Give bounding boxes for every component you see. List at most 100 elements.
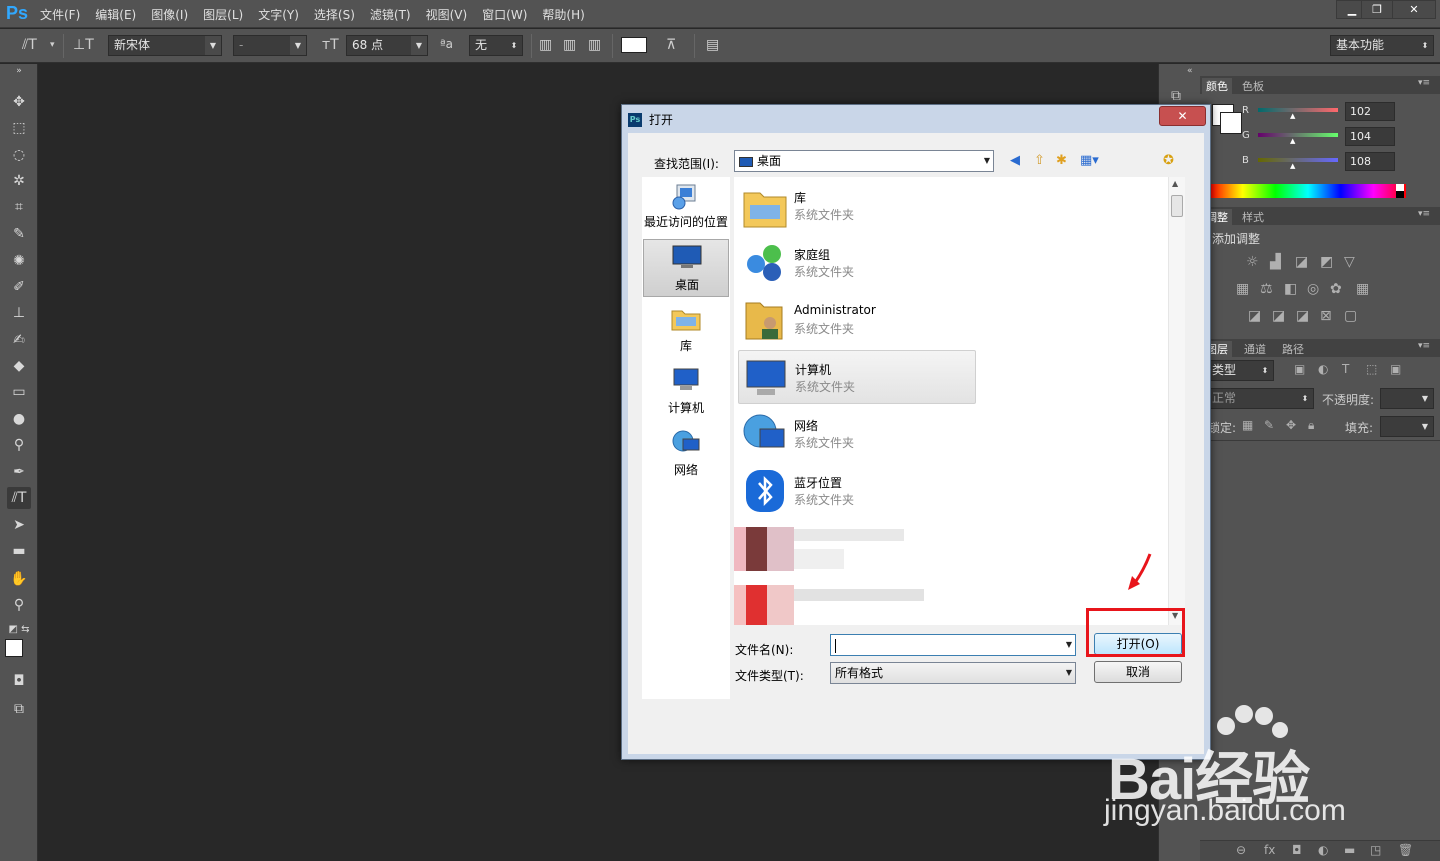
- antialias-select[interactable]: 无 ⬍: [469, 35, 523, 56]
- cancel-button[interactable]: 取消: [1094, 661, 1182, 683]
- list-item[interactable]: Administrator 系统文件夹: [738, 293, 976, 347]
- type-tool-icon[interactable]: ⫽T: [7, 487, 31, 509]
- brightness-icon[interactable]: ☼: [1246, 254, 1259, 270]
- place-computer[interactable]: 计算机: [643, 363, 729, 421]
- panel-menu-icon[interactable]: ▾≡: [1418, 78, 1430, 88]
- menu-file[interactable]: 文件(F): [40, 6, 80, 23]
- photo-filter-icon[interactable]: ◎: [1307, 281, 1319, 297]
- pen-tool-icon[interactable]: ✒: [7, 461, 31, 483]
- color-ramp-bw[interactable]: [1396, 184, 1404, 198]
- align-right-icon[interactable]: ▥: [588, 37, 601, 53]
- workspace-select[interactable]: 基本功能 ⬍: [1330, 35, 1434, 56]
- restore-button[interactable]: ❐: [1361, 0, 1393, 19]
- slider-r-value[interactable]: 102: [1345, 102, 1395, 121]
- history-brush-tool-icon[interactable]: ✍: [7, 329, 31, 351]
- black-white-icon[interactable]: ◧: [1284, 281, 1297, 297]
- magic-wand-tool-icon[interactable]: ✲: [7, 170, 31, 192]
- dialog-close-button[interactable]: ✕: [1159, 106, 1206, 126]
- place-recent[interactable]: 最近访问的位置: [643, 179, 729, 237]
- place-libraries[interactable]: 库: [643, 301, 729, 359]
- menu-filter[interactable]: 滤镜(T): [370, 6, 411, 23]
- tab-channels[interactable]: 通道: [1244, 341, 1266, 357]
- slider-r-track[interactable]: [1258, 108, 1338, 112]
- rectangle-tool-icon[interactable]: ▬: [7, 540, 31, 562]
- add-mask-icon[interactable]: ◘: [1292, 843, 1302, 857]
- list-item[interactable]: 计算机 系统文件夹: [738, 350, 976, 404]
- threshold-icon[interactable]: ◪: [1296, 308, 1309, 324]
- new-layer-icon[interactable]: ◳: [1370, 843, 1381, 857]
- posterize-icon[interactable]: ◪: [1272, 308, 1285, 324]
- delete-layer-icon[interactable]: 🗑︎: [1398, 843, 1413, 857]
- move-tool-icon[interactable]: ✥: [7, 91, 31, 113]
- menu-edit[interactable]: 编辑(E): [95, 6, 136, 23]
- channel-mixer-icon[interactable]: ✿: [1330, 281, 1342, 297]
- quick-mask-icon[interactable]: ◘: [7, 670, 31, 692]
- font-size-select[interactable]: 68 点 ▼: [346, 35, 428, 56]
- place-network[interactable]: 网络: [643, 425, 729, 483]
- lasso-tool-icon[interactable]: ◌: [7, 144, 31, 166]
- filter-type-icon[interactable]: T: [1342, 362, 1349, 376]
- list-item[interactable]: 家庭组 系统文件夹: [738, 236, 976, 290]
- filename-input[interactable]: ▼: [830, 634, 1076, 656]
- font-family-select[interactable]: 新宋体 ▼: [108, 35, 222, 56]
- list-item[interactable]: 蓝牙位置 系统文件夹: [738, 464, 976, 518]
- scroll-up-icon[interactable]: ▲: [1172, 179, 1178, 188]
- fx-icon[interactable]: fx: [1264, 843, 1275, 857]
- path-selection-tool-icon[interactable]: ➤: [7, 514, 31, 536]
- foreground-color-swatch[interactable]: [5, 639, 23, 657]
- tab-paths[interactable]: 路径: [1282, 341, 1304, 357]
- background-color-swatch[interactable]: [1220, 112, 1242, 134]
- text-orientation-icon[interactable]: ⊥T: [73, 37, 94, 53]
- menu-layer[interactable]: 图层(L): [203, 6, 243, 23]
- text-color-swatch[interactable]: [621, 37, 647, 53]
- blur-tool-icon[interactable]: ●: [7, 408, 31, 430]
- new-group-icon[interactable]: ▬: [1344, 843, 1355, 857]
- default-colors-icon[interactable]: ◩ ⇆: [7, 619, 31, 641]
- clone-stamp-tool-icon[interactable]: ⊥: [7, 302, 31, 324]
- curves-icon[interactable]: ◪: [1295, 254, 1308, 270]
- file-list-scrollbar[interactable]: ▲ ▼: [1168, 177, 1185, 625]
- tab-color[interactable]: 颜色: [1202, 78, 1232, 94]
- type-tool-preset-icon[interactable]: ⫽T: [22, 37, 37, 53]
- filetype-select[interactable]: 所有格式 ▼: [830, 662, 1076, 684]
- slider-r[interactable]: R ▲ 102: [1240, 102, 1400, 122]
- blend-mode-select[interactable]: 正常 ⬍: [1206, 388, 1314, 409]
- filter-pixel-icon[interactable]: ▣: [1294, 362, 1305, 376]
- filter-adjustment-icon[interactable]: ◐: [1318, 362, 1328, 376]
- vibrance-icon[interactable]: ▽: [1344, 254, 1355, 270]
- menu-view[interactable]: 视图(V): [426, 6, 468, 23]
- lock-image-icon[interactable]: ✎: [1264, 418, 1274, 432]
- hue-saturation-icon[interactable]: ▦: [1236, 281, 1249, 297]
- list-item[interactable]: 库 系统文件夹: [738, 179, 976, 233]
- window-close-button[interactable]: ✕: [1392, 0, 1436, 19]
- align-center-icon[interactable]: ▥: [563, 37, 576, 53]
- lookin-select[interactable]: 桌面 ▼: [734, 150, 994, 172]
- slider-thumb-icon[interactable]: ▲: [1290, 162, 1295, 170]
- history-panel-icon[interactable]: ⧉: [1171, 88, 1181, 104]
- link-layers-icon[interactable]: ⊖: [1236, 843, 1246, 857]
- filter-shape-icon[interactable]: ⬚: [1366, 362, 1377, 376]
- favorite-folder-icon[interactable]: ✪: [1163, 153, 1174, 168]
- slider-g[interactable]: G ▲ 104: [1240, 127, 1400, 147]
- lock-all-icon[interactable]: 🔒︎: [1308, 418, 1314, 433]
- fill-input[interactable]: ▼: [1380, 416, 1434, 437]
- menu-window[interactable]: 窗口(W): [482, 6, 527, 23]
- blurred-thumbnail[interactable]: [734, 527, 794, 571]
- crop-tool-icon[interactable]: ⌗: [7, 196, 31, 218]
- blurred-thumbnail[interactable]: [734, 585, 794, 625]
- chevron-down-icon[interactable]: ▾: [50, 40, 55, 50]
- up-folder-icon[interactable]: ⇧: [1034, 153, 1045, 168]
- panel-menu-icon[interactable]: ▾≡: [1418, 209, 1430, 219]
- brush-tool-icon[interactable]: ✐: [7, 276, 31, 298]
- opacity-input[interactable]: ▼: [1380, 388, 1434, 409]
- panel-menu-icon[interactable]: ▾≡: [1418, 341, 1430, 351]
- levels-icon[interactable]: ▟: [1270, 254, 1281, 270]
- screen-mode-icon[interactable]: ⧉: [7, 698, 31, 720]
- slider-thumb-icon[interactable]: ▲: [1290, 112, 1295, 120]
- filter-smart-icon[interactable]: ▣: [1390, 362, 1401, 376]
- eyedropper-tool-icon[interactable]: ✎: [7, 223, 31, 245]
- font-style-select[interactable]: - ▼: [233, 35, 307, 56]
- slider-g-value[interactable]: 104: [1345, 127, 1395, 146]
- slider-b-track[interactable]: [1258, 158, 1338, 162]
- layer-filter-select[interactable]: 类型 ⬍: [1206, 360, 1274, 381]
